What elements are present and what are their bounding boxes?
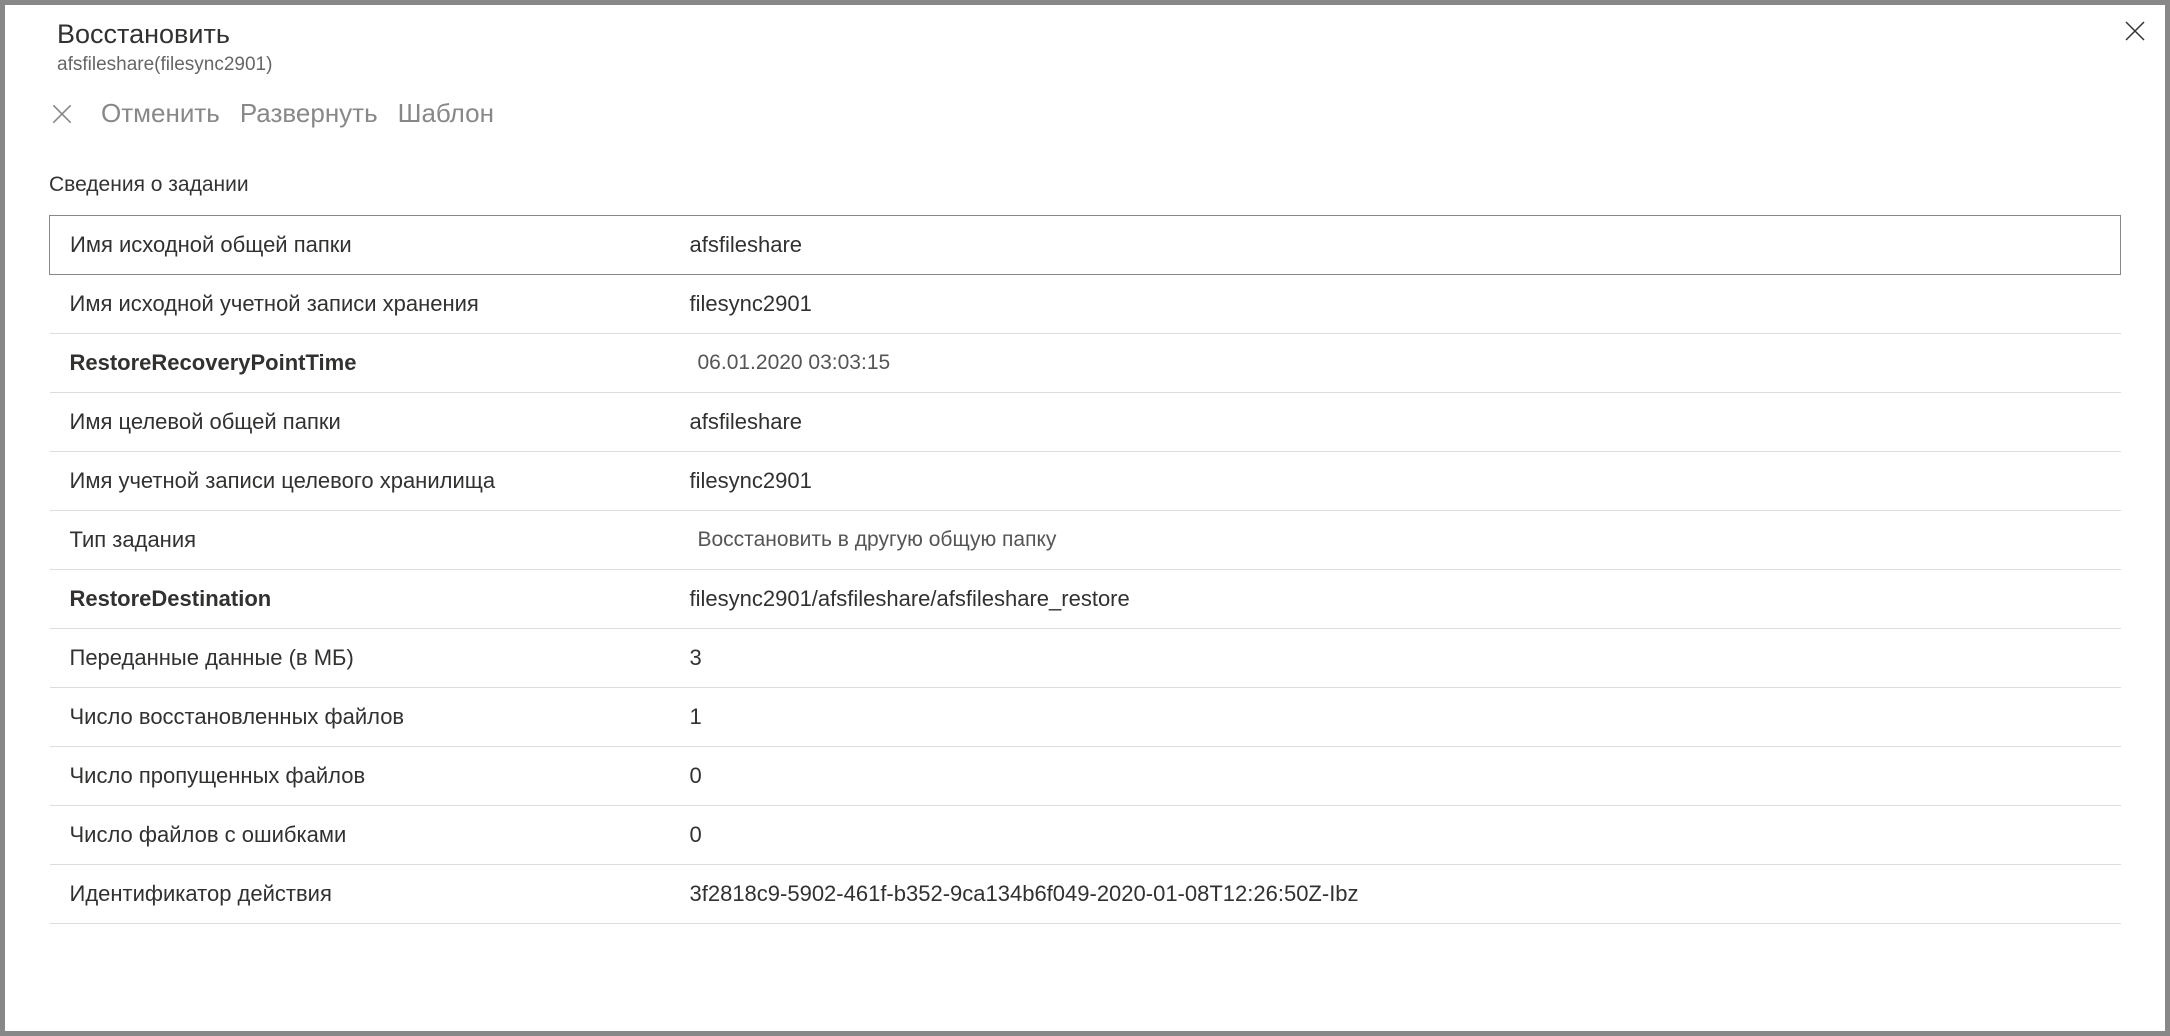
- details-value: afsfileshare: [670, 216, 2121, 275]
- panel-subtitle: afsfileshare(filesync2901): [57, 54, 2135, 76]
- expand-button[interactable]: Развернуть: [236, 98, 382, 129]
- details-row: Имя исходной учетной записи храненияfile…: [50, 275, 2121, 334]
- cancel-icon[interactable]: [47, 99, 77, 129]
- details-label: Переданные данные (в МБ): [50, 629, 670, 688]
- details-value: 1: [670, 688, 2121, 747]
- details-row: Имя учетной записи целевого хранилищаfil…: [50, 452, 2121, 511]
- details-value: filesync2901/afsfileshare/afsfileshare_r…: [670, 570, 2121, 629]
- details-row: Тип заданияВосстановить в другую общую п…: [50, 511, 2121, 570]
- details-row: Переданные данные (в МБ)3: [50, 629, 2121, 688]
- details-label: Имя целевой общей папки: [50, 393, 670, 452]
- details-row: Имя исходной общей папкиafsfileshare: [50, 216, 2121, 275]
- details-value: filesync2901: [670, 275, 2121, 334]
- details-label: RestoreDestination: [50, 570, 670, 629]
- details-value: 0: [670, 806, 2121, 865]
- details-value: 0: [670, 747, 2121, 806]
- details-row: Число пропущенных файлов0: [50, 747, 2121, 806]
- details-label: Имя исходной учетной записи хранения: [50, 275, 670, 334]
- details-label: Число файлов с ошибками: [50, 806, 670, 865]
- panel-header: Восстановить afsfileshare(filesync2901): [5, 5, 2165, 86]
- details-label: RestoreRecoveryPointTime: [50, 334, 670, 393]
- details-value: Восстановить в другую общую папку: [670, 511, 2121, 570]
- details-value: 06.01.2020 03:03:15: [670, 334, 2121, 393]
- details-row: RestoreRecoveryPointTime06.01.2020 03:03…: [50, 334, 2121, 393]
- cancel-button[interactable]: Отменить: [97, 98, 224, 129]
- close-icon: [2123, 19, 2147, 43]
- details-label: Идентификатор действия: [50, 865, 670, 924]
- section-title: Сведения о задании: [5, 147, 2165, 215]
- details-row: Число восстановленных файлов1: [50, 688, 2121, 747]
- toolbar: Отменить Развернуть Шаблон: [5, 86, 2165, 147]
- details-row: RestoreDestinationfilesync2901/afsfilesh…: [50, 570, 2121, 629]
- details-label: Число пропущенных файлов: [50, 747, 670, 806]
- panel-title: Восстановить: [57, 19, 2135, 50]
- details-value: 3: [670, 629, 2121, 688]
- details-label: Число восстановленных файлов: [50, 688, 670, 747]
- details-label: Имя исходной общей папки: [50, 216, 670, 275]
- details-row: Имя целевой общей папкиafsfileshare: [50, 393, 2121, 452]
- close-button[interactable]: [2117, 13, 2153, 49]
- template-button[interactable]: Шаблон: [394, 98, 498, 129]
- details-value: afsfileshare: [670, 393, 2121, 452]
- details-row: Число файлов с ошибками0: [50, 806, 2121, 865]
- details-row: Идентификатор действия3f2818c9-5902-461f…: [50, 865, 2121, 924]
- details-value: 3f2818c9-5902-461f-b352-9ca134b6f049-202…: [670, 865, 2121, 924]
- details-label: Тип задания: [50, 511, 670, 570]
- details-label: Имя учетной записи целевого хранилища: [50, 452, 670, 511]
- details-table: Имя исходной общей папкиafsfileshareИмя …: [49, 215, 2121, 924]
- details-value: filesync2901: [670, 452, 2121, 511]
